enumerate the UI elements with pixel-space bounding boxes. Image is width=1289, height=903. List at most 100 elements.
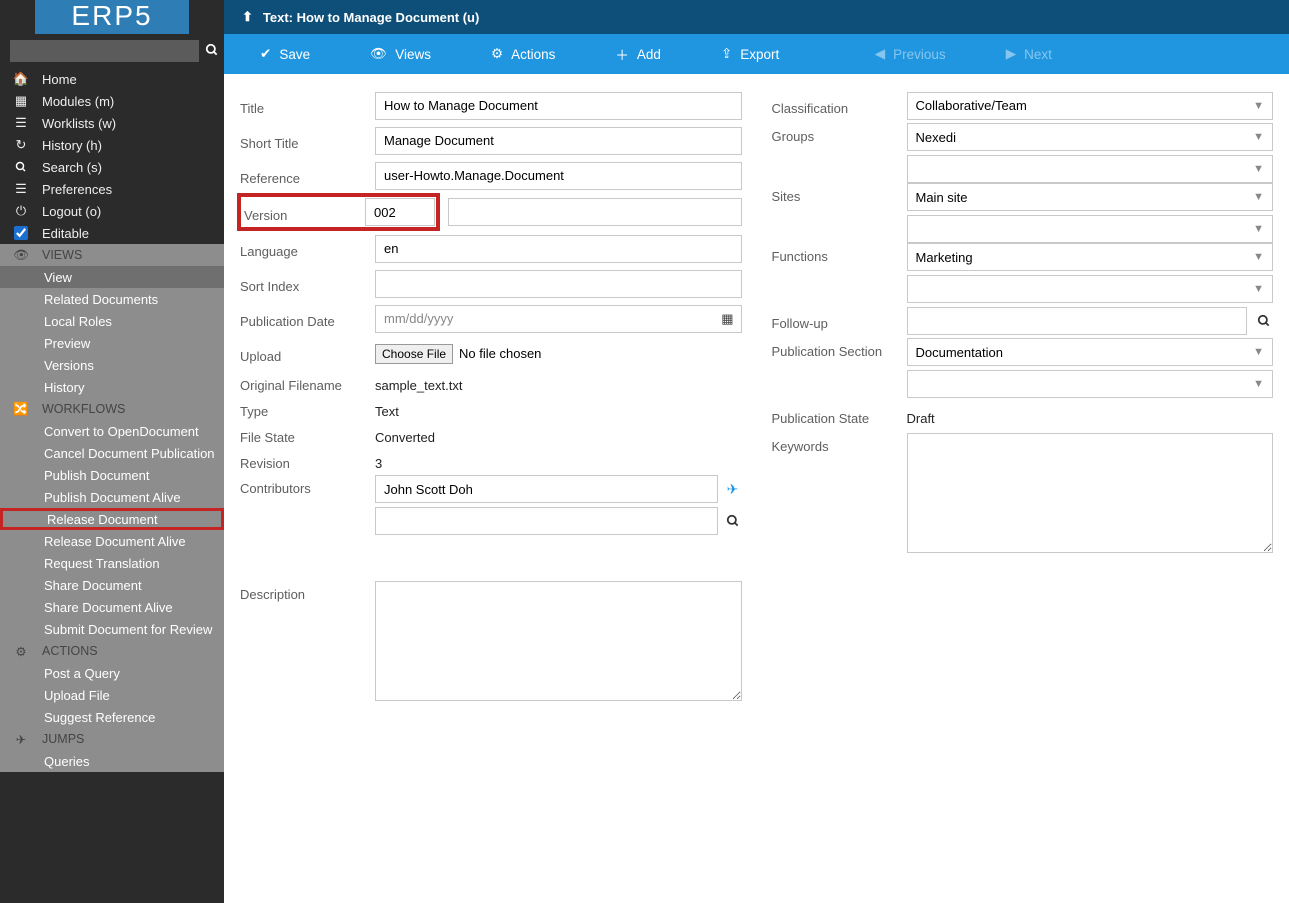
choose-file-button[interactable]: Choose File (375, 344, 453, 364)
label-orig-filename: Original Filename (240, 376, 367, 393)
label-title: Title (240, 95, 367, 116)
short-title-input[interactable] (375, 127, 742, 155)
followup-input[interactable] (907, 307, 1248, 335)
label-pub-date: Publication Date (240, 308, 367, 329)
label-pub-state: Publication State (772, 405, 899, 426)
action-upload[interactable]: Upload File (0, 684, 224, 706)
view-history[interactable]: History (0, 376, 224, 398)
save-button[interactable]: ✔ Save (230, 46, 340, 62)
pub-section-select[interactable]: Documentation ▼ (907, 338, 1274, 366)
file-state-value: Converted (375, 428, 742, 445)
wf-publish-alive[interactable]: Publish Document Alive (0, 486, 224, 508)
nav-worklists[interactable]: ☰ Worklists (w) (0, 112, 224, 134)
publication-date-input[interactable] (375, 305, 742, 333)
nav-preferences[interactable]: ☰ Preferences (0, 178, 224, 200)
previous-button: ◀ Previous (845, 46, 976, 62)
jumps-header: ✈ JUMPS (0, 728, 224, 750)
view-related[interactable]: Related Documents (0, 288, 224, 310)
wf-share[interactable]: Share Document (0, 574, 224, 596)
select-value: Main site (916, 190, 968, 205)
version-input-rest[interactable] (448, 198, 742, 226)
wf-release[interactable]: Release Document (0, 508, 224, 530)
label-short-title: Short Title (240, 130, 367, 151)
chevron-down-icon: ▼ (1253, 251, 1264, 263)
gears-icon: ⚙ (491, 46, 503, 62)
history-icon: ↻ (14, 137, 28, 153)
pub-section-select-2[interactable]: ▼ (907, 370, 1274, 398)
wf-release-alive[interactable]: Release Document Alive (0, 530, 224, 552)
select-value: Marketing (916, 250, 973, 265)
nav-logout[interactable]: ⏻ Logout (o) (0, 200, 224, 222)
export-icon: ⇪ (721, 46, 732, 62)
chevron-down-icon: ▼ (1253, 163, 1264, 175)
plane-icon[interactable]: ✈ (724, 481, 742, 498)
functions-select-2[interactable]: ▼ (907, 275, 1274, 303)
chevron-down-icon: ▼ (1253, 378, 1264, 390)
chevron-down-icon: ▼ (1253, 223, 1264, 235)
contributor-input-1[interactable] (375, 475, 718, 503)
label-keywords: Keywords (772, 433, 899, 454)
nav-label: Preferences (42, 182, 112, 197)
views-header: 👁 VIEWS (0, 244, 224, 266)
nav-label: Modules (m) (42, 94, 114, 109)
search-input[interactable] (10, 40, 199, 62)
language-input[interactable] (375, 235, 742, 263)
wf-publish[interactable]: Publish Document (0, 464, 224, 486)
wf-submit-review[interactable]: Submit Document for Review (0, 618, 224, 640)
label-followup: Follow-up (772, 310, 899, 331)
title-input[interactable] (375, 92, 742, 120)
views-button[interactable]: 👁 Views (340, 46, 461, 62)
action-suggest[interactable]: Suggest Reference (0, 706, 224, 728)
contributor-input-2[interactable] (375, 507, 718, 535)
nav-label: Home (42, 72, 77, 87)
keywords-textarea[interactable] (907, 433, 1274, 553)
view-preview[interactable]: Preview (0, 332, 224, 354)
add-button[interactable]: ＋ Add (585, 44, 691, 64)
search-icon[interactable] (205, 43, 219, 60)
wf-share-alive[interactable]: Share Document Alive (0, 596, 224, 618)
nav-label: History (h) (42, 138, 102, 153)
groups-select[interactable]: Nexedi ▼ (907, 123, 1274, 151)
nav-history[interactable]: ↻ History (h) (0, 134, 224, 156)
nav-modules[interactable]: ▦ Modules (m) (0, 90, 224, 112)
export-button[interactable]: ⇪ Export (691, 46, 809, 62)
view-versions[interactable]: Versions (0, 354, 224, 376)
label: Next (1024, 47, 1052, 62)
select-value: Collaborative/Team (916, 98, 1027, 113)
workflows-header: 🔀 WORKFLOWS (0, 398, 224, 420)
view-localroles[interactable]: Local Roles (0, 310, 224, 332)
wf-convert[interactable]: Convert to OpenDocument (0, 420, 224, 442)
editable-checkbox[interactable] (14, 226, 28, 240)
nav-search[interactable]: Search (s) (0, 156, 224, 178)
version-input[interactable] (365, 198, 435, 226)
label: WORKFLOWS (42, 402, 125, 416)
functions-select[interactable]: Marketing ▼ (907, 243, 1274, 271)
nav-home[interactable]: 🏠 Home (0, 68, 224, 90)
action-postquery[interactable]: Post a Query (0, 662, 224, 684)
description-textarea[interactable] (375, 581, 742, 701)
revision-value: 3 (375, 454, 742, 471)
up-icon[interactable]: ⬆ (242, 9, 253, 25)
wf-translation[interactable]: Request Translation (0, 552, 224, 574)
label: Actions (511, 47, 555, 62)
wf-cancel[interactable]: Cancel Document Publication (0, 442, 224, 464)
view-view[interactable]: View (0, 266, 224, 288)
sites-select-2[interactable]: ▼ (907, 215, 1274, 243)
nav-editable[interactable]: Editable (0, 222, 224, 244)
label-version: Version (242, 202, 365, 223)
reference-input[interactable] (375, 162, 742, 190)
groups-select-2[interactable]: ▼ (907, 155, 1274, 183)
sidebar-mid: 👁 VIEWS View Related Documents Local Rol… (0, 244, 224, 772)
label-file-state: File State (240, 428, 367, 445)
search-icon[interactable] (1255, 314, 1273, 328)
nav-label: Editable (42, 226, 89, 241)
sites-select[interactable]: Main site ▼ (907, 183, 1274, 211)
left-column: Title Short Title Reference Version (240, 88, 742, 701)
jump-queries[interactable]: Queries (0, 750, 224, 772)
search-icon[interactable] (724, 514, 742, 528)
classification-select[interactable]: Collaborative/Team ▼ (907, 92, 1274, 120)
label-groups: Groups (772, 123, 899, 144)
sort-index-input[interactable] (375, 270, 742, 298)
chevron-down-icon: ▼ (1253, 283, 1264, 295)
actions-button[interactable]: ⚙ Actions (461, 46, 585, 62)
